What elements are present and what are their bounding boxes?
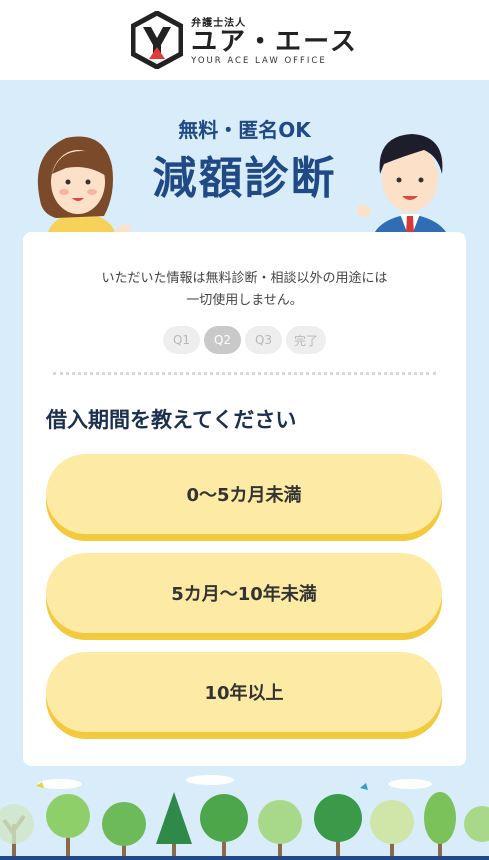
logo-mark-icon (131, 11, 184, 69)
question-title: 借入期間を教えてください (46, 408, 297, 432)
logo-name: ユア・エース (191, 26, 358, 57)
logo[interactable]: 弁護士法人 ユア・エース YOUR ACE LAW OFFICE (131, 11, 358, 69)
step-q3: Q3 (244, 326, 282, 354)
step-q1: Q1 (162, 326, 200, 354)
progress-steps: Q1 Q2 Q3 完了 (23, 326, 466, 354)
privacy-notice-line2: 一切使用しません。 (186, 293, 303, 308)
privacy-notice-line1: いただいた情報は無料診断・相談以外の用途には (101, 271, 388, 286)
step-q2: Q2 (203, 326, 241, 354)
hero: 無料・匿名OK 減額診断 (0, 80, 489, 250)
logo-english: YOUR ACE LAW OFFICE (191, 56, 327, 67)
privacy-notice: いただいた情報は無料診断・相談以外の用途には 一切使用しません。 (23, 268, 466, 312)
dotted-divider (53, 372, 436, 375)
man-illustration-icon (356, 134, 452, 250)
option-button-0-5-months[interactable]: 0〜5カ月未満 (46, 454, 442, 534)
option-button-10-years-plus[interactable]: 10年以上 (46, 652, 442, 732)
trees-decoration-icon (0, 775, 489, 860)
option-button-5-months-10-years[interactable]: 5カ月〜10年未満 (46, 553, 442, 633)
site-header: 弁護士法人 ユア・エース YOUR ACE LAW OFFICE (0, 0, 489, 80)
step-complete: 完了 (285, 326, 326, 354)
diagnosis-card: いただいた情報は無料診断・相談以外の用途には 一切使用しません。 Q1 Q2 Q… (23, 232, 466, 766)
